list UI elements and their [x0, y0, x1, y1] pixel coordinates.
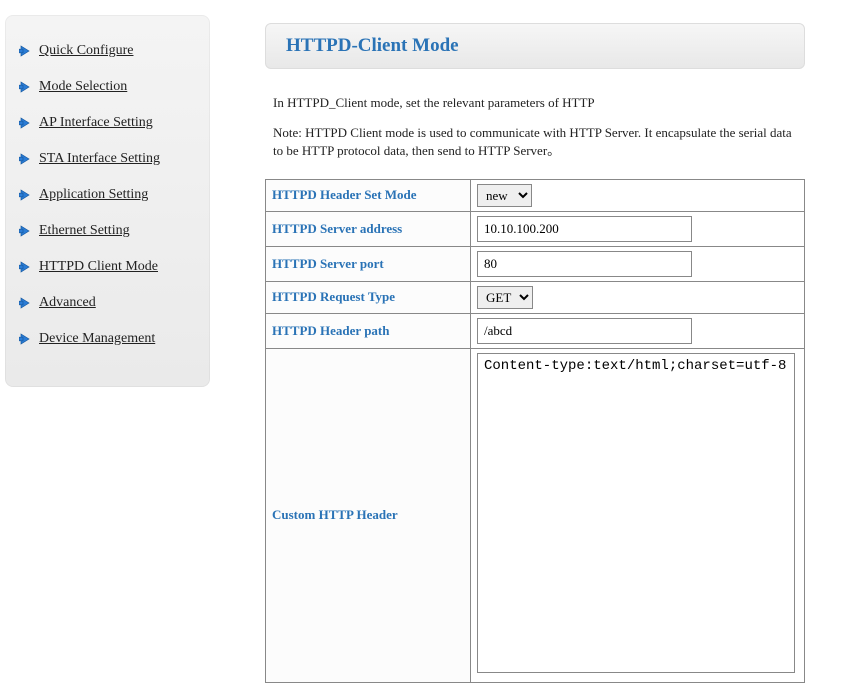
title-bar: HTTPD-Client Mode — [265, 23, 805, 69]
select-request-type[interactable]: GET — [477, 286, 533, 309]
arrow-right-icon — [19, 332, 33, 346]
sidebar-item-label[interactable]: STA Interface Setting — [39, 151, 160, 167]
arrow-right-icon — [19, 80, 33, 94]
input-server-port[interactable] — [477, 251, 692, 277]
row-server-address: HTTPD Server address — [266, 211, 805, 246]
arrow-right-icon — [19, 44, 33, 58]
sidebar-item-label[interactable]: Device Management — [39, 331, 155, 347]
label-request-type: HTTPD Request Type — [266, 281, 471, 313]
arrow-right-icon — [19, 296, 33, 310]
sidebar-item-application-setting[interactable]: Application Setting — [17, 177, 198, 213]
row-header-path: HTTPD Header path — [266, 313, 805, 348]
sidebar-item-label[interactable]: Mode Selection — [39, 79, 127, 95]
label-header-set-mode: HTTPD Header Set Mode — [266, 179, 471, 211]
arrow-right-icon — [19, 260, 33, 274]
label-header-path: HTTPD Header path — [266, 313, 471, 348]
row-request-type: HTTPD Request Type GET — [266, 281, 805, 313]
sidebar-item-mode-selection[interactable]: Mode Selection — [17, 69, 198, 105]
arrow-right-icon — [19, 152, 33, 166]
label-server-address: HTTPD Server address — [266, 211, 471, 246]
input-header-path[interactable] — [477, 318, 692, 344]
sidebar-item-device-management[interactable]: Device Management — [17, 321, 198, 357]
row-server-port: HTTPD Server port — [266, 246, 805, 281]
textarea-custom-header[interactable] — [477, 353, 795, 673]
sidebar-item-label[interactable]: Application Setting — [39, 187, 148, 203]
sidebar-item-sta-interface[interactable]: STA Interface Setting — [17, 141, 198, 177]
sidebar-item-label[interactable]: AP Interface Setting — [39, 115, 153, 131]
input-server-address[interactable] — [477, 216, 692, 242]
main-content: HTTPD-Client Mode In HTTPD_Client mode, … — [265, 15, 805, 683]
sidebar-item-label[interactable]: Advanced — [39, 295, 96, 311]
sidebar-item-label[interactable]: Quick Configure — [39, 43, 133, 59]
sidebar-item-label[interactable]: Ethernet Setting — [39, 223, 130, 239]
arrow-right-icon — [19, 224, 33, 238]
sidebar-item-httpd-client-mode[interactable]: HTTPD Client Mode — [17, 249, 198, 285]
config-table: HTTPD Header Set Mode new HTTPD Server a… — [265, 179, 805, 683]
sidebar-item-ethernet-setting[interactable]: Ethernet Setting — [17, 213, 198, 249]
sidebar: Quick Configure Mode Selection AP Interf… — [5, 15, 210, 387]
sidebar-item-quick-configure[interactable]: Quick Configure — [17, 33, 198, 69]
intro-text: In HTTPD_Client mode, set the relevant p… — [273, 94, 797, 112]
row-custom-header: Custom HTTP Header — [266, 348, 805, 682]
arrow-right-icon — [19, 188, 33, 202]
sidebar-item-label[interactable]: HTTPD Client Mode — [39, 259, 158, 275]
sidebar-item-ap-interface[interactable]: AP Interface Setting — [17, 105, 198, 141]
note-text: Note: HTTPD Client mode is used to commu… — [273, 124, 797, 160]
page-title: HTTPD-Client Mode — [286, 35, 784, 57]
arrow-right-icon — [19, 116, 33, 130]
select-header-set-mode[interactable]: new — [477, 184, 532, 207]
label-custom-header: Custom HTTP Header — [266, 348, 471, 682]
row-header-set-mode: HTTPD Header Set Mode new — [266, 179, 805, 211]
sidebar-item-advanced[interactable]: Advanced — [17, 285, 198, 321]
label-server-port: HTTPD Server port — [266, 246, 471, 281]
